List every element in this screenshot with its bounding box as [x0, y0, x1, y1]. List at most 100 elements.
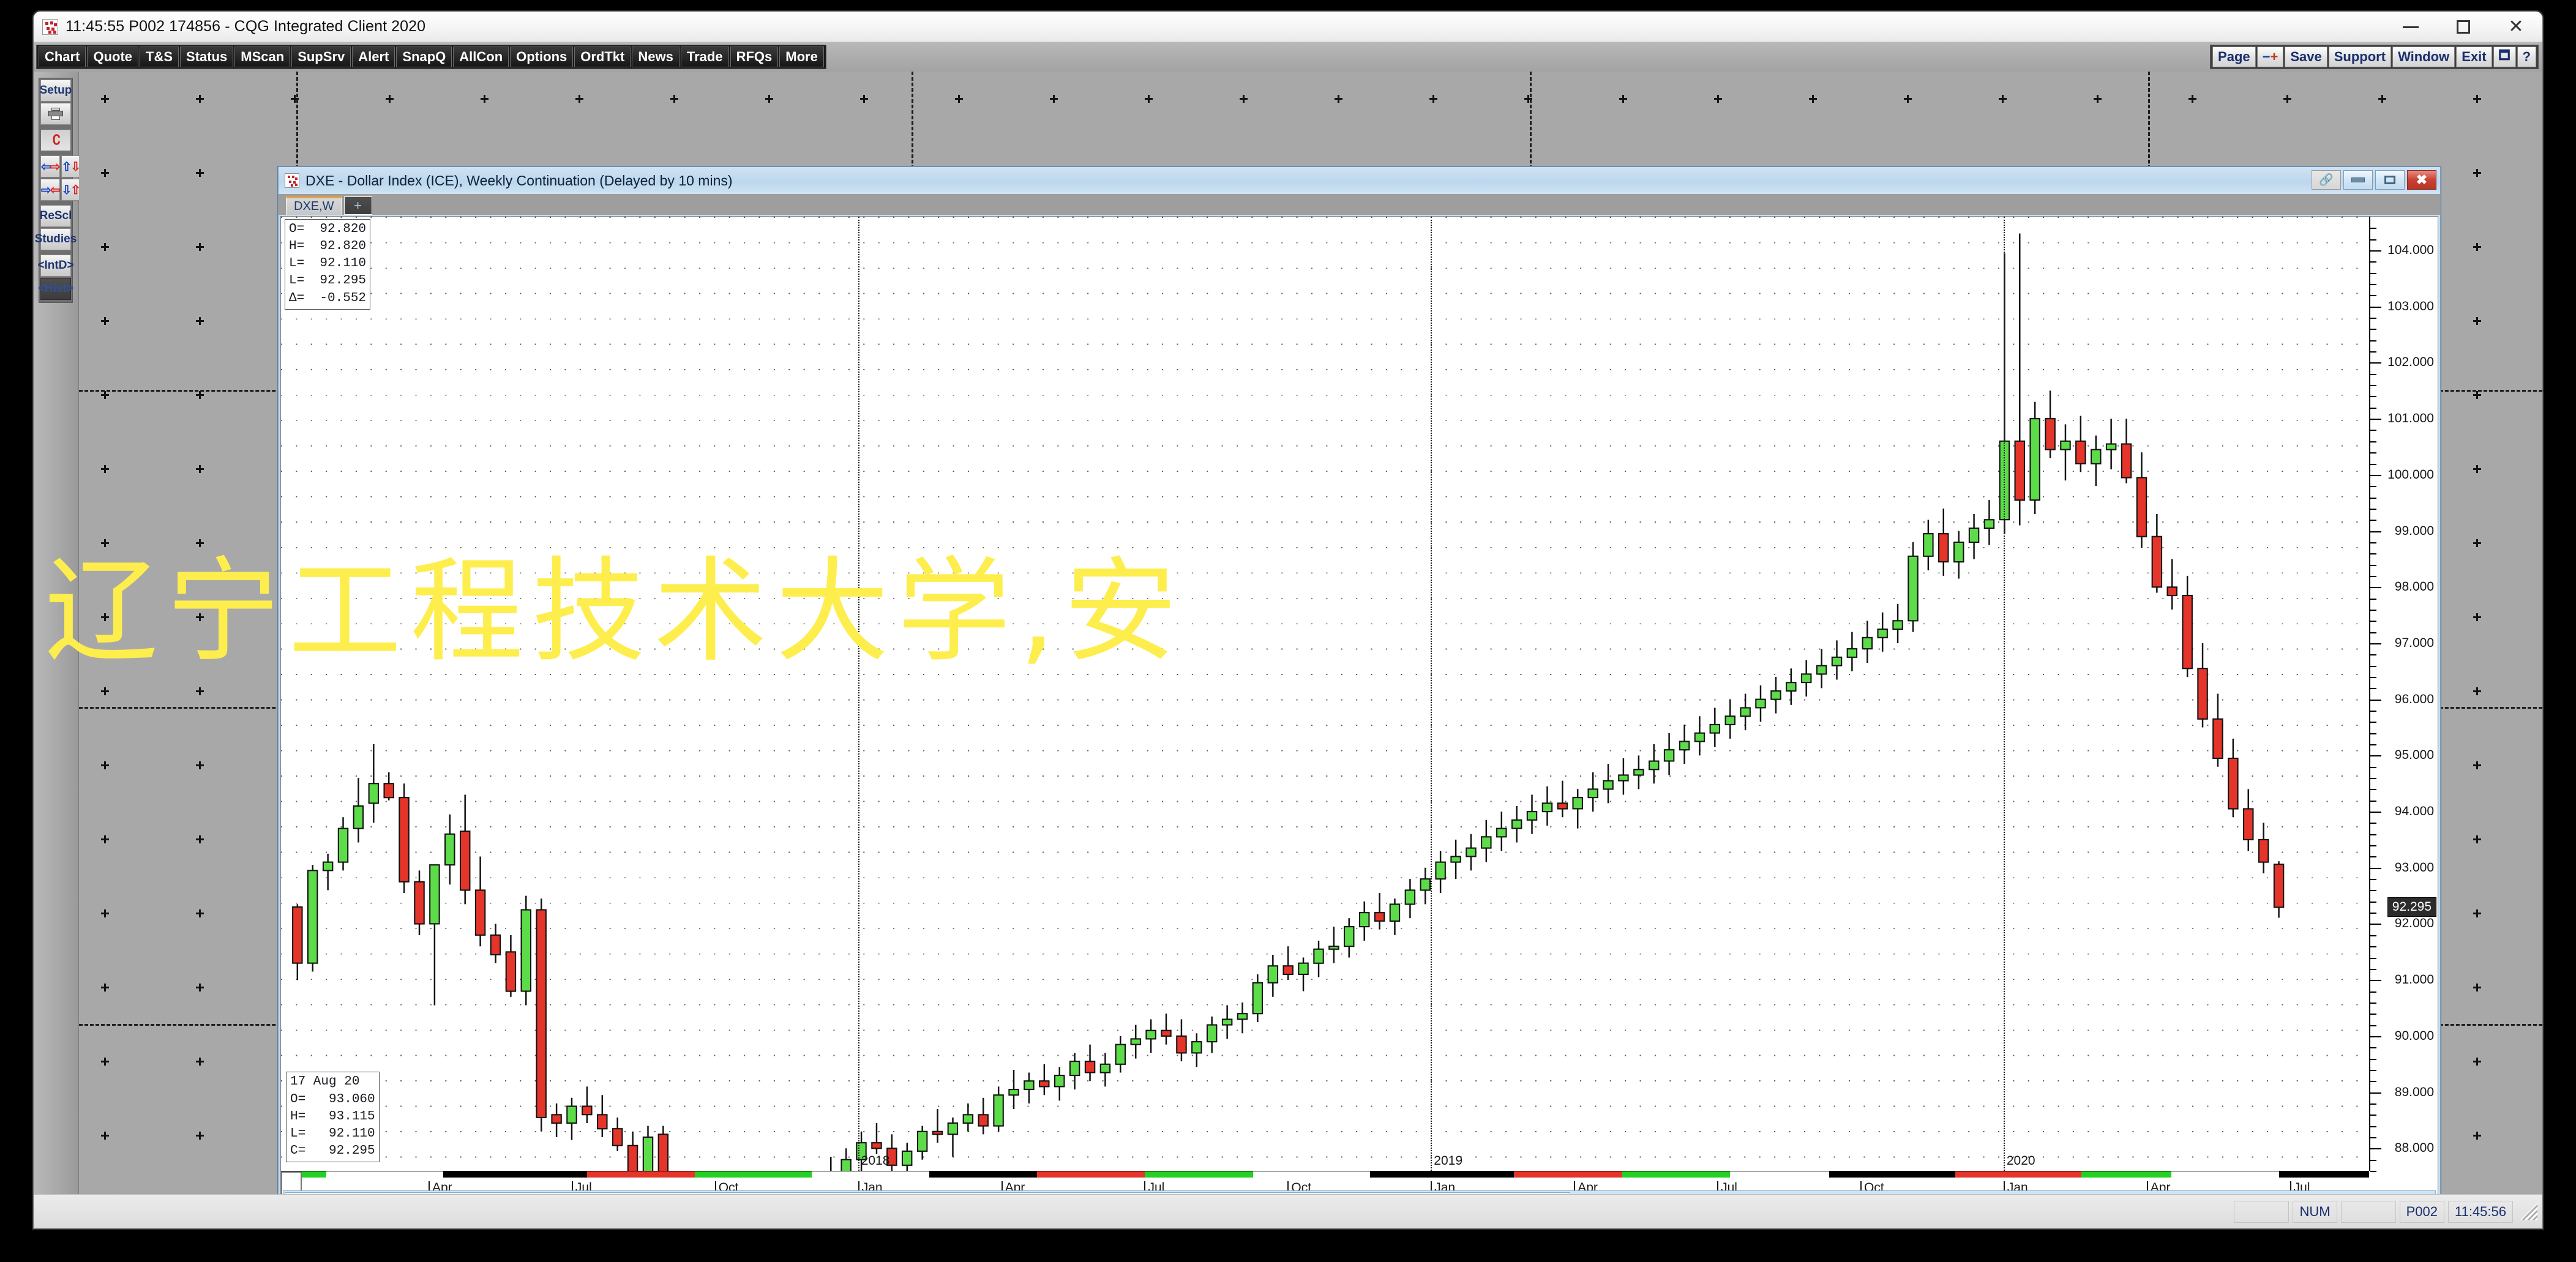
price-tick-label: 102.000 [2387, 355, 2434, 370]
chart-title-text: DXE - Dollar Index (ICE), Weekly Continu… [305, 172, 733, 189]
compress-horizontal-button[interactable]: ⇨⇦ [40, 179, 61, 201]
candlestick-plot[interactable]: O= 92.820 H= 92.820 L= 92.110 L= 92.295 … [281, 217, 2369, 1171]
menu-button-supsrv[interactable]: SupSrv [291, 47, 351, 67]
grid-plus-mark [196, 687, 204, 695]
session-band-segment [326, 1171, 443, 1178]
price-minor-tick [2370, 856, 2376, 858]
price-minor-tick [2370, 329, 2376, 330]
price-minor-tick [2370, 1069, 2376, 1071]
price-minor-tick [2370, 711, 2376, 712]
menu-button-chart[interactable]: Chart [39, 47, 86, 67]
chart-close-button[interactable]: ✖ [2407, 170, 2436, 190]
price-minor-tick [2370, 239, 2376, 241]
rescale-button[interactable]: ReScl [40, 205, 72, 227]
intraday-button[interactable]: <IntD> [37, 255, 74, 277]
studies-button[interactable]: Studies [35, 228, 77, 250]
history-button[interactable]: <Hist> [38, 278, 73, 300]
grid-plus-mark [101, 243, 109, 251]
menu-button-quote[interactable]: Quote [87, 47, 139, 67]
price-minor-tick [2370, 1159, 2376, 1161]
menu-button-t-s[interactable]: T&S [140, 47, 179, 67]
price-minor-tick [2370, 935, 2376, 936]
price-minor-tick [2370, 542, 2376, 543]
price-cursor-label: 92.295 [2387, 897, 2436, 917]
price-minor-tick [2370, 564, 2376, 566]
grid-plus-mark [2473, 1132, 2481, 1140]
grid-plus-mark [196, 169, 204, 177]
grid-plus-mark [101, 317, 109, 325]
menu-button-support[interactable]: Support [2328, 47, 2392, 67]
grid-plus-mark [196, 465, 204, 473]
restore-icon[interactable]: 🗖 [2493, 47, 2516, 67]
grid-plus-mark [670, 95, 678, 103]
chart-maximize-button[interactable] [2375, 170, 2405, 190]
swap-horizontal-button[interactable]: ⇦⇨ [40, 155, 61, 177]
grid-plus-mark [2473, 465, 2481, 473]
tab-dxe-weekly[interactable]: DXE,W [286, 196, 342, 215]
menu-button-trade[interactable]: Trade [680, 47, 729, 67]
menu-button-more[interactable]: More [779, 47, 824, 67]
menu-button--[interactable]: −+ [2256, 47, 2284, 67]
menu-button-window[interactable]: Window [2392, 47, 2455, 67]
menu-button-allcon[interactable]: AllCon [453, 47, 509, 67]
year-divider [858, 217, 859, 1171]
setup-button[interactable]: Setup [40, 80, 72, 102]
price-minor-tick [2370, 261, 2376, 263]
price-axis[interactable]: 92.295 104.000 103.000 102.000 101.000 100.0… [2369, 217, 2438, 1172]
menu-button-mscan[interactable]: MScan [234, 47, 291, 67]
year-divider [1431, 217, 1432, 1171]
menu-button-ordtkt[interactable]: OrdTkt [574, 47, 631, 67]
magnet-button[interactable]: ∁ [40, 129, 71, 151]
chart-titlebar: DXE - Dollar Index (ICE), Weekly Continu… [279, 167, 2440, 194]
intraday-label: <IntD> [37, 259, 74, 272]
price-minor-tick [2370, 587, 2376, 589]
menu-button-snapq[interactable]: SnapQ [396, 47, 452, 67]
price-minor-tick [2370, 508, 2376, 510]
grid-plus-mark [196, 909, 204, 917]
menu-button-save[interactable]: Save [2285, 47, 2327, 67]
price-minor-tick [2370, 1148, 2376, 1150]
status-num: NUM [2293, 1200, 2337, 1223]
menu-button-alert[interactable]: Alert [352, 47, 395, 67]
price-minor-tick [2370, 621, 2376, 622]
add-tab-button[interactable]: + [343, 196, 372, 215]
grid-plus-mark [1714, 95, 1722, 103]
grid-plus-mark [2378, 95, 2386, 103]
menu-button-page[interactable]: Page [2212, 47, 2256, 67]
compress-vertical-button[interactable]: ⇩⇧ [61, 179, 81, 201]
tab-label: DXE,W [294, 200, 334, 213]
session-band-segment [2279, 1171, 2370, 1178]
session-band-segment [1829, 1171, 1955, 1178]
price-minor-tick [2370, 812, 2376, 813]
price-minor-tick [2370, 834, 2376, 835]
price-tick-label: 99.000 [2394, 523, 2434, 538]
price-minor-tick [2370, 1103, 2376, 1105]
help-button[interactable]: ? [2517, 47, 2536, 67]
resize-grip[interactable] [2520, 1203, 2537, 1220]
maximize-button[interactable] [2437, 12, 2490, 42]
link-icon[interactable]: 🔗 [2312, 170, 2341, 190]
close-button[interactable]: ✕ [2490, 12, 2542, 42]
menu-button-status[interactable]: Status [180, 47, 234, 67]
price-minor-tick [2370, 800, 2376, 802]
menu-button-news[interactable]: News [632, 47, 680, 67]
grid-plus-mark [101, 539, 109, 547]
price-tick-label: 92.000 [2394, 916, 2434, 931]
add-tab-label: + [354, 198, 362, 213]
minimize-button[interactable] [2384, 12, 2437, 42]
grid-plus-mark [101, 1132, 109, 1140]
chart-window: DXE - Dollar Index (ICE), Weekly Continu… [278, 166, 2441, 1222]
swap-vertical-button[interactable]: ⇧⇩ [61, 155, 81, 177]
session-band-segment [695, 1171, 812, 1178]
menu-button-options[interactable]: Options [510, 47, 574, 67]
print-button[interactable] [40, 103, 71, 125]
chart-minimize-button[interactable] [2343, 170, 2373, 190]
price-tick-label: 96.000 [2394, 692, 2434, 706]
grid-plus-mark [1904, 95, 1912, 103]
price-minor-tick [2370, 598, 2376, 600]
price-minor-tick [2370, 845, 2376, 847]
menu-button-rfqs[interactable]: RFQs [730, 47, 779, 67]
price-minor-tick [2370, 676, 2376, 678]
menu-button-exit[interactable]: Exit [2456, 47, 2492, 67]
grid-plus-mark [955, 95, 963, 103]
